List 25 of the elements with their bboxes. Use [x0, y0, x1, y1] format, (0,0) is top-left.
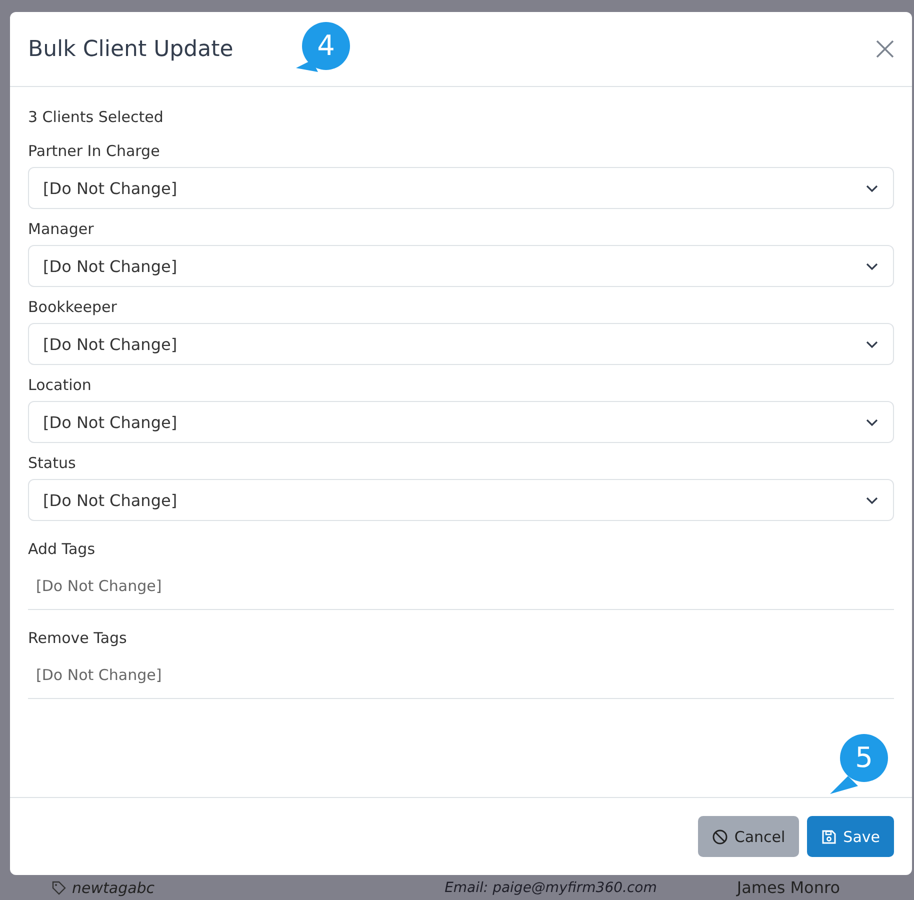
block-icon	[712, 828, 728, 844]
select-field[interactable]: [Do Not Change]	[28, 245, 894, 287]
select-field[interactable]: [Do Not Change]	[28, 401, 894, 443]
field-label: Location	[28, 375, 92, 395]
tag-icon	[52, 880, 66, 894]
save-button[interactable]: Save	[807, 816, 894, 857]
field-label: Manager	[28, 219, 95, 239]
field-label: Bookkeeper	[28, 297, 118, 317]
modal-title: Bulk Client Update	[28, 36, 234, 62]
cancel-button[interactable]: Cancel	[698, 816, 800, 857]
select-field[interactable]: [Do Not Change]	[28, 167, 894, 209]
select-field[interactable]: [Do Not Change]	[28, 479, 894, 521]
close-icon	[874, 38, 896, 60]
email-text: Email: paige@myfirm360.com	[444, 880, 657, 896]
field-label: Add Tags	[28, 539, 96, 559]
field-label: Status	[28, 453, 77, 473]
selection-count: 3 Clients Selected	[28, 107, 164, 127]
field-label: Partner In Charge	[28, 141, 161, 161]
callout-number: 5	[854, 742, 874, 774]
select-field[interactable]: [Do Not Change]	[28, 323, 894, 365]
tag-label: newtagabc	[72, 878, 155, 896]
close-button[interactable]	[874, 38, 896, 60]
field-label: Remove Tags	[28, 628, 128, 648]
contact-name: James Monro	[736, 878, 840, 897]
callout-number: 4	[316, 30, 336, 62]
